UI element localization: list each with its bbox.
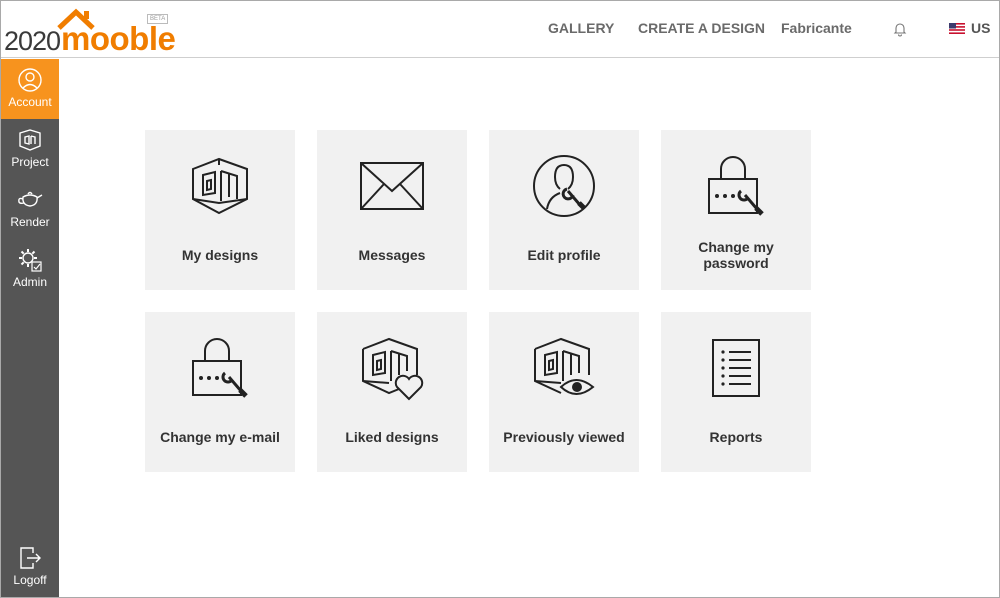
bell-icon[interactable] [892,21,908,37]
language-selector[interactable]: US [949,1,990,58]
room-eye-icon [534,337,595,395]
room-box-icon [192,157,248,215]
logo-number: 2020 [4,26,61,56]
sidebar-item-label: Admin [12,275,47,289]
tile-label: Liked designs [345,429,439,445]
teapot-icon [18,191,43,207]
app-frame [0,0,1000,598]
language-label: US [971,20,991,36]
nav-gallery[interactable]: GALLERY [548,1,614,58]
tile-label: Messages [358,247,426,263]
us-flag-icon [949,22,965,34]
tile-label: Edit profile [527,247,601,263]
tile-label: Previously viewed [503,429,625,445]
room-heart-icon [362,337,424,401]
logoff-label: Logoff [13,573,47,587]
lock-wrench-icon [708,156,764,216]
tile-label: Reports [709,429,763,445]
sidebar-item-label: Account [8,95,52,109]
sidebar-item-label: Project [11,155,49,169]
logo-word: mooble [61,20,176,57]
beta-badge: BETA [147,14,169,24]
sidebar-item-project[interactable]: Project [1,119,59,179]
tile-label: Change my e-mail [160,429,280,445]
sidebar-item-account[interactable]: Account [1,59,59,119]
sidebar-item-render[interactable]: Render [1,179,59,239]
sidebar-item-logoff[interactable]: Logoff [1,537,59,597]
tile-my-designs[interactable]: My designs [145,130,295,290]
logo[interactable]: 2020 mooble BETA [4,8,176,57]
envelope-icon [360,162,424,210]
tile-label: My designs [181,247,259,263]
tile-change-email[interactable]: Change my e-mail [145,312,295,472]
nav-user-name[interactable]: Fabricante [781,1,852,58]
tile-change-password[interactable]: Change my password [661,130,811,290]
sidebar: Account Project Render Admin Logoff [1,59,59,597]
top-header: 2020 mooble BETA GALLERY CREATE A DESIGN… [1,1,999,58]
user-circle-icon [18,68,42,92]
gear-admin-icon [19,249,42,272]
profile-wrench-icon [533,155,595,217]
tile-edit-profile[interactable]: Edit profile [489,130,639,290]
tile-messages[interactable]: Messages [317,130,467,290]
tile-reports[interactable]: Reports [661,312,811,472]
logoff-icon [20,547,41,569]
lock-wrench-icon [192,338,248,398]
tile-liked-designs[interactable]: Liked designs [317,312,467,472]
room-box-icon [19,129,41,151]
tile-previously-viewed[interactable]: Previously viewed [489,312,639,472]
tile-label: Change my password [698,239,774,271]
report-list-icon [712,339,760,397]
sidebar-item-admin[interactable]: Admin [1,239,59,299]
sidebar-item-label: Render [10,215,50,229]
nav-create-design[interactable]: CREATE A DESIGN [638,1,765,58]
